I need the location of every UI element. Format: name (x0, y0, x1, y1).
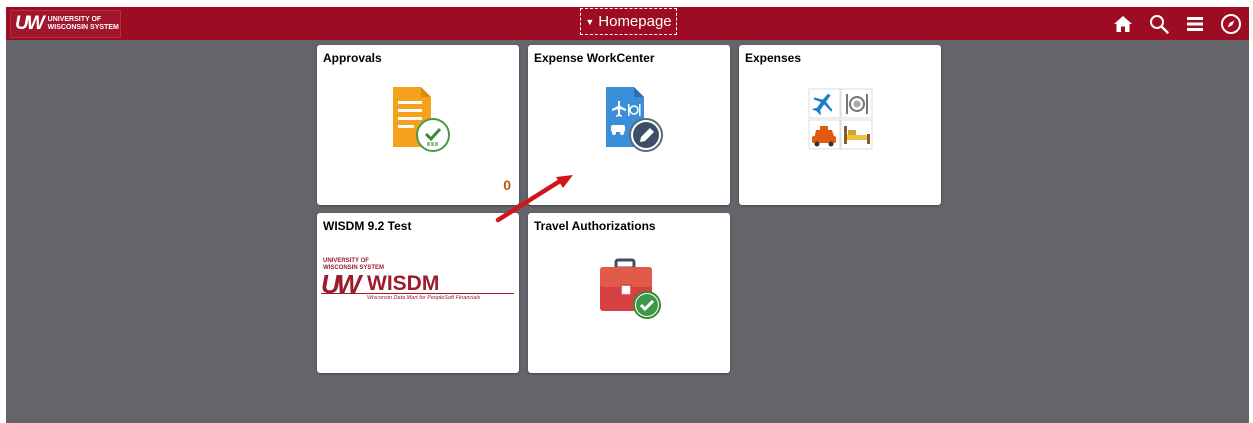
tile-title: Expense WorkCenter (534, 51, 655, 65)
tile-title: Expenses (745, 51, 802, 65)
tile-travel-authorizations[interactable]: Travel Authorizations (528, 213, 730, 373)
app-frame: UW University of Wisconsin System ▼ Home… (6, 7, 1249, 423)
tile-expenses[interactable]: Expenses (739, 45, 941, 205)
logo-text: University of Wisconsin System (48, 16, 119, 32)
navigator-icon[interactable] (1213, 7, 1249, 40)
approvals-document-check-icon (393, 87, 450, 152)
tile-approvals[interactable]: Approvals 0 (317, 45, 519, 205)
wisdm-logo-tagline: Wisconsin Data Mart for PeopleSoft Finan… (367, 295, 481, 301)
approvals-count-badge: 0 (503, 177, 511, 193)
menu-icon[interactable] (1177, 7, 1213, 40)
tile-wisdm[interactable]: WISDM 9.2 Test UNIVERSITY OF WISCONSIN S… (317, 213, 519, 373)
caret-down-icon: ▼ (585, 16, 595, 27)
tile-title: Approvals (323, 51, 382, 65)
wisdm-logo-rule (321, 293, 514, 294)
logo-line1: University of (47, 16, 102, 23)
header-bar: UW University of Wisconsin System ▼ Home… (6, 7, 1249, 40)
tile-expense-workcenter[interactable]: Expense WorkCenter (528, 45, 730, 205)
wisdm-logo-line1: UNIVERSITY OF (323, 258, 369, 264)
expense-workcenter-icon (606, 87, 663, 152)
wisdm-logo: UNIVERSITY OF WISCONSIN SYSTEM UW WISDM … (321, 258, 516, 303)
university-logo[interactable]: UW University of Wisconsin System (10, 10, 121, 38)
travel-authorization-briefcase-icon (600, 258, 661, 319)
expenses-grid-icon (808, 88, 873, 150)
tile-title: WISDM 9.2 Test (323, 219, 412, 233)
search-icon[interactable] (1141, 7, 1177, 40)
logo-mark: UW (15, 13, 45, 34)
homepage-selector[interactable]: ▼ Homepage (580, 8, 677, 35)
tile-title: Travel Authorizations (534, 219, 656, 233)
home-icon[interactable] (1105, 7, 1141, 40)
wisdm-logo-word: WISDM (367, 272, 440, 295)
logo-line2: Wisconsin System (47, 24, 119, 31)
page-title: Homepage (598, 13, 672, 30)
